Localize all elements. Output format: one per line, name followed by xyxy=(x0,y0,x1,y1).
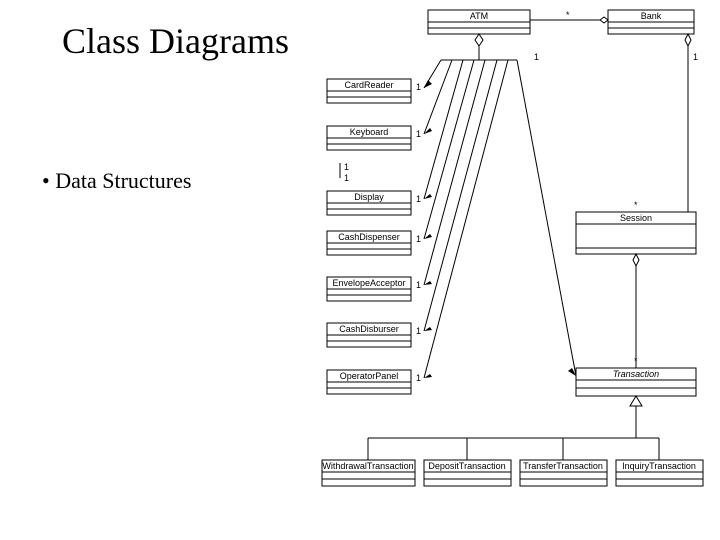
label-keyboard: Keyboard xyxy=(350,127,389,137)
class-cardreader: CardReader xyxy=(327,79,411,103)
label-atm: ATM xyxy=(470,11,488,21)
atm-composition-lines xyxy=(424,46,576,378)
label-cashdisburser: CashDisburser xyxy=(339,324,399,334)
mult-atm-bank-star: * xyxy=(566,10,570,20)
class-session: Session xyxy=(576,212,696,254)
class-display: Display xyxy=(327,191,411,215)
uml-diagram: ATM Bank * CardReader 1 Keyboard 1 Displ… xyxy=(0,0,720,540)
label-cashdispenser: CashDispenser xyxy=(338,232,400,242)
label-transfer: TransferTransaction xyxy=(523,461,603,471)
class-atm: ATM xyxy=(428,10,530,34)
mult-display-top: 1 xyxy=(344,162,349,172)
mult-cashdisburser: 1 xyxy=(416,326,421,336)
label-inquiry: InquiryTransaction xyxy=(622,461,696,471)
class-keyboard: Keyboard xyxy=(327,126,411,150)
class-envelopeacceptor: EnvelopeAcceptor xyxy=(327,277,411,301)
class-bank: Bank xyxy=(608,10,694,34)
mult-operatorpanel: 1 xyxy=(416,373,421,383)
mult-cashdispenser: 1 xyxy=(416,234,421,244)
label-withdrawal: WithdrawalTransaction xyxy=(322,461,413,471)
atm-diamond xyxy=(475,34,483,46)
mult-envelopeacceptor: 1 xyxy=(416,280,421,290)
label-bank: Bank xyxy=(641,11,662,21)
mult-atm-one: 1 xyxy=(534,52,539,62)
label-envelopeacceptor: EnvelopeAcceptor xyxy=(332,278,405,288)
class-withdrawal: WithdrawalTransaction xyxy=(322,460,415,486)
mult-display-bottom: 1 xyxy=(344,173,349,183)
bank-session-line: 1 xyxy=(685,34,698,212)
class-transfer: TransferTransaction xyxy=(520,460,607,486)
mult-display: 1 xyxy=(416,194,421,204)
label-operatorpanel: OperatorPanel xyxy=(340,371,399,381)
label-session: Session xyxy=(620,213,652,223)
mult-cardreader: 1 xyxy=(416,82,421,92)
label-cardreader: CardReader xyxy=(344,80,393,90)
session-transaction-line xyxy=(633,254,639,368)
label-transaction: Transaction xyxy=(613,369,659,379)
mult-keyboard: 1 xyxy=(416,129,421,139)
class-cashdispenser: CashDispenser xyxy=(327,231,411,255)
mult-session-star: * xyxy=(634,200,638,210)
class-cashdisburser: CashDisburser xyxy=(327,323,411,347)
transaction-generalization xyxy=(368,396,659,460)
class-deposit: DepositTransaction xyxy=(424,460,511,486)
class-operatorpanel: OperatorPanel xyxy=(327,370,411,394)
label-display: Display xyxy=(354,192,384,202)
svg-text:1: 1 xyxy=(693,52,698,62)
label-deposit: DepositTransaction xyxy=(428,461,505,471)
class-inquiry: InquiryTransaction xyxy=(616,460,703,486)
class-transaction: Transaction xyxy=(576,368,696,396)
